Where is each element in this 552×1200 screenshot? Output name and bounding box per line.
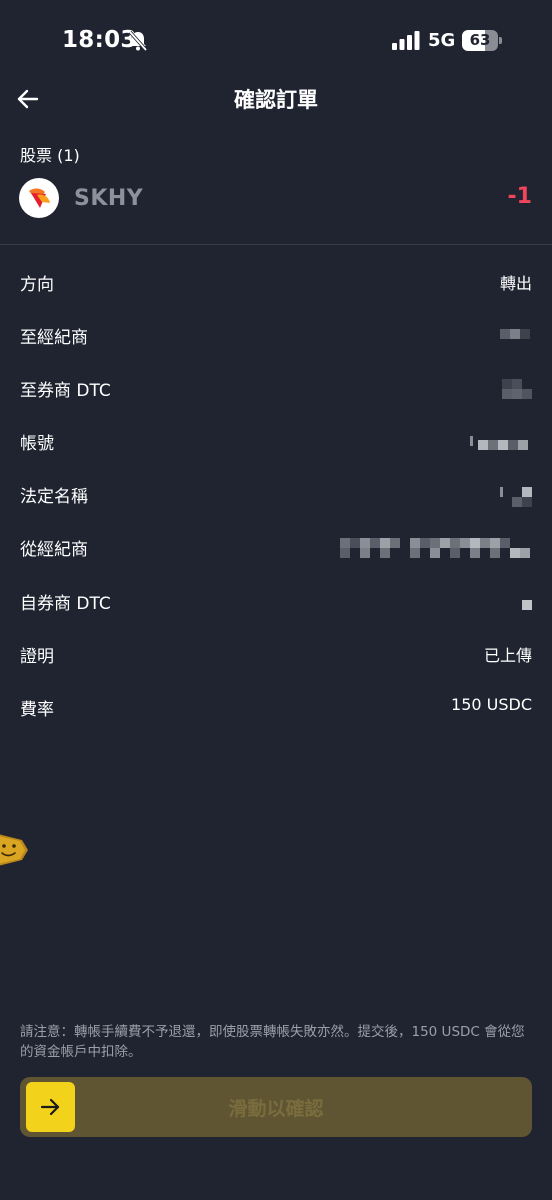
- cellular-signal-icon: [392, 31, 420, 50]
- detail-label: 至券商 DTC: [20, 381, 111, 401]
- fee-notice: 請注意：轉帳手續費不予退還，即使股票轉帳失敗亦然。提交後，150 USDC 會從…: [20, 1024, 525, 1060]
- slide-to-confirm[interactable]: 滑動以確認: [20, 1077, 532, 1137]
- detail-row-proof: 證明 已上傳: [0, 639, 552, 669]
- detail-row-from-dtc: 自券商 DTC: [0, 586, 552, 616]
- redacted-value: [502, 379, 532, 399]
- detail-row-to-broker: 至經紀商: [0, 320, 552, 350]
- detail-label: 從經紀商: [20, 540, 88, 560]
- detail-row-account: 帳號: [0, 426, 552, 456]
- detail-row-direction: 方向 轉出: [0, 267, 552, 297]
- battery-icon: 63: [462, 30, 502, 51]
- stock-ticker: SKHY: [74, 186, 144, 211]
- sk-hynix-logo-icon: [19, 178, 59, 218]
- bell-off-icon: [128, 30, 148, 52]
- stocks-section-label: 股票 (1): [20, 146, 80, 165]
- arrow-right-icon: [40, 1098, 60, 1116]
- network-type: 5G: [428, 30, 456, 51]
- detail-label: 法定名稱: [20, 487, 88, 507]
- detail-label: 方向: [20, 275, 54, 295]
- page-title: 確認訂單: [234, 88, 318, 112]
- battery-percent: 63: [469, 31, 491, 49]
- detail-value: 轉出: [499, 274, 532, 293]
- redacted-value: [500, 485, 532, 507]
- redacted-value: [520, 592, 532, 610]
- support-mascot-icon[interactable]: [0, 826, 30, 870]
- detail-row-fee: 費率 150 USDC: [0, 692, 552, 722]
- stock-quantity: -1: [507, 184, 532, 209]
- detail-value: 150 USDC: [451, 695, 532, 714]
- status-bar: 18:03 5G 63: [0, 0, 552, 80]
- slide-handle[interactable]: [26, 1082, 75, 1132]
- header: 確認訂單: [0, 80, 552, 120]
- status-time: 18:03: [62, 27, 137, 53]
- detail-row-legal-name: 法定名稱: [0, 479, 552, 509]
- detail-row-from-broker: 從經紀商: [0, 532, 552, 562]
- stock-row: SKHY -1: [0, 178, 552, 222]
- redacted-value: [340, 538, 532, 558]
- detail-label: 自券商 DTC: [20, 594, 111, 614]
- detail-label: 費率: [20, 700, 54, 720]
- detail-value: 已上傳: [483, 646, 532, 665]
- divider: [0, 244, 552, 245]
- screen: 18:03 5G 63 確認訂單 股票 (1) SKHY -1 方向 轉出 至經…: [0, 0, 552, 1200]
- detail-label: 帳號: [20, 434, 54, 454]
- detail-label: 至經紀商: [20, 328, 88, 348]
- detail-row-to-dtc: 至券商 DTC: [0, 373, 552, 403]
- redacted-value: [500, 326, 532, 344]
- detail-label: 證明: [20, 647, 54, 667]
- redacted-value: [470, 432, 532, 450]
- slide-to-confirm-label: 滑動以確認: [228, 1098, 324, 1120]
